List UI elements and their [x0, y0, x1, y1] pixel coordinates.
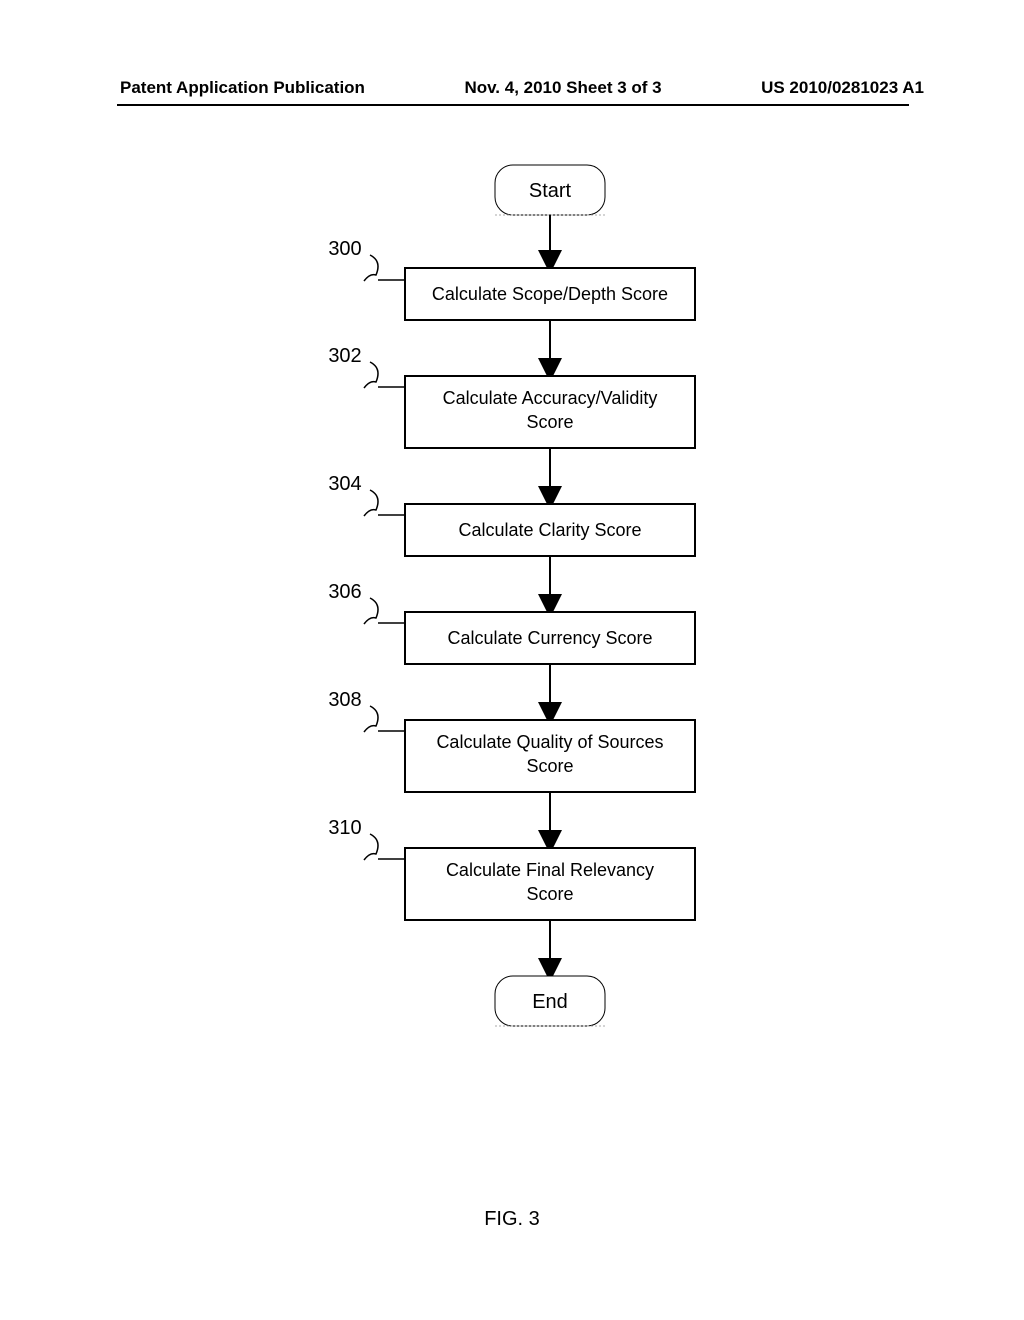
ref-308: 308 [328, 689, 405, 732]
step-306: Calculate Currency Score [405, 612, 695, 664]
step-302: Calculate Accuracy/Validity Score [405, 376, 695, 448]
step-304-text: Calculate Clarity Score [458, 520, 641, 540]
step-310: Calculate Final Relevancy Score [405, 848, 695, 920]
ref-300: 300 [328, 238, 405, 281]
ref-310-label: 310 [328, 817, 361, 839]
ref-310: 310 [328, 817, 405, 860]
step-302-line2: Score [526, 412, 573, 432]
step-310-line1: Calculate Final Relevancy [446, 860, 654, 880]
ref-304: 304 [328, 473, 405, 516]
step-308-line2: Score [526, 756, 573, 776]
start-label: Start [529, 180, 572, 202]
ref-302-label: 302 [328, 345, 361, 367]
step-308-line1: Calculate Quality of Sources [436, 732, 663, 752]
header-right: US 2010/0281023 A1 [761, 78, 924, 98]
ref-306-label: 306 [328, 581, 361, 603]
ref-300-label: 300 [328, 238, 361, 260]
ref-302: 302 [328, 345, 405, 388]
step-302-line1: Calculate Accuracy/Validity [443, 388, 658, 408]
ref-304-label: 304 [328, 473, 361, 495]
step-306-text: Calculate Currency Score [447, 628, 652, 648]
start-node: Start [495, 165, 605, 215]
header-left: Patent Application Publication [120, 78, 365, 98]
flowchart: Start Calculate Scope/Depth Score 300 Ca… [0, 140, 1024, 1190]
end-label: End [532, 991, 568, 1013]
step-308: Calculate Quality of Sources Score [405, 720, 695, 792]
step-310-line2: Score [526, 884, 573, 904]
figure-label: FIG. 3 [0, 1208, 1024, 1231]
header-rule [117, 104, 909, 106]
ref-306: 306 [328, 581, 405, 624]
ref-308-label: 308 [328, 689, 361, 711]
step-304: Calculate Clarity Score [405, 504, 695, 556]
page: Patent Application Publication Nov. 4, 2… [0, 0, 1024, 1320]
step-300: Calculate Scope/Depth Score [405, 268, 695, 320]
step-300-text: Calculate Scope/Depth Score [432, 284, 668, 304]
end-node: End [495, 976, 605, 1026]
header-center: Nov. 4, 2010 Sheet 3 of 3 [464, 78, 661, 98]
